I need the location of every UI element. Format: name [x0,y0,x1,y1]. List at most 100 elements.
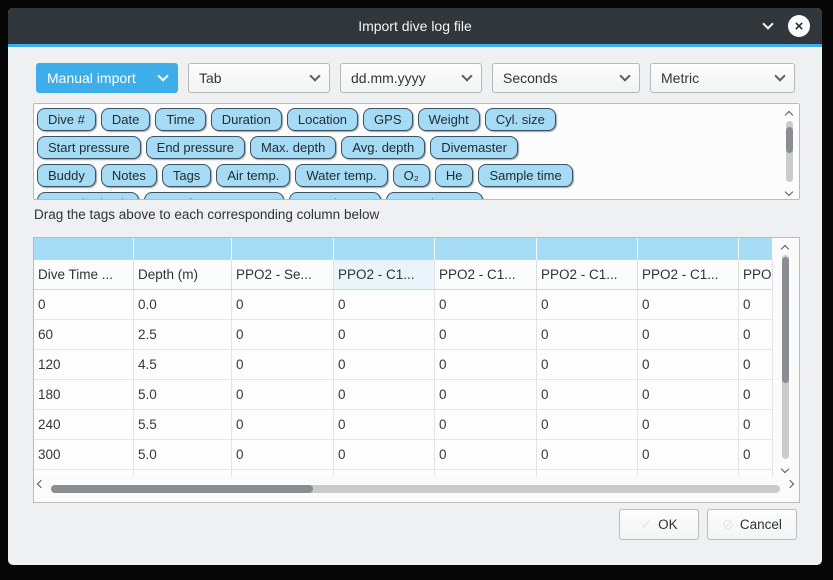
tag-start-pressure[interactable]: Start pressure [37,136,141,159]
time-format-select[interactable]: Seconds [492,63,640,93]
table-cell: 0 [638,410,739,439]
table-row: 00.0000000 [34,290,773,320]
tag-drop-target[interactable] [334,238,435,260]
tag-drop-target[interactable] [134,238,232,260]
table-cell: 0 [638,320,739,349]
tag-drop-target[interactable] [537,238,638,260]
tag-drop-target[interactable] [232,238,334,260]
tag-dive-[interactable]: Dive # [37,108,96,131]
table-cell: 0 [739,290,773,319]
column-header[interactable]: PPO2 - C1... [638,260,739,289]
ok-button[interactable]: ✓ OK [619,509,699,540]
tag-drop-target[interactable] [638,238,739,260]
scroll-up-icon[interactable] [785,111,793,119]
column-header[interactable]: PPO2 - C1... [435,260,537,289]
scrollbar-thumb[interactable] [786,127,793,153]
table-cell: 0 [34,290,134,319]
tag-cloud-panel: Dive #DateTime DurationLocationGPS WeightC… [33,103,800,200]
tag-divemaster[interactable]: Divemaster [430,136,518,159]
tag-row: Dive #DateTime DurationLocationGPS WeightC… [37,108,775,131]
scrollbar-thumb[interactable] [51,485,313,493]
table-cell: 0 [232,350,334,379]
tag-notes[interactable]: Notes [101,164,157,187]
close-button[interactable]: × [788,15,810,37]
table-cell: 240 [34,410,134,439]
check-icon: ✓ [640,516,652,533]
scrollbar-thumb[interactable] [782,257,789,383]
tag-location[interactable]: Location [287,108,358,131]
units-select[interactable]: Metric [650,63,795,93]
tag-tags[interactable]: Tags [162,164,211,187]
combo-label: dd.mm.yyyy [351,70,426,86]
chevron-down-icon [619,70,630,81]
table-body: 00.0000000602.50000001204.50000001805.00… [34,290,773,500]
tag-end-pressure[interactable]: End pressure [146,136,245,159]
table-cell: 300 [34,440,134,469]
tag-date[interactable]: Date [101,108,150,131]
tag-duration[interactable]: Duration [211,108,282,131]
tag-sample-time[interactable]: Sample time [478,164,572,187]
tag-air-temp-[interactable]: Air temp. [216,164,290,187]
import-type-select[interactable]: Manual import [36,63,178,93]
shade-chevron-down-icon[interactable] [762,18,773,29]
table-vertical-scrollbar[interactable] [773,238,799,476]
table-row: 2405.5000000 [34,410,773,440]
scrollbar-track[interactable] [786,121,793,182]
table-cell: 5.0 [134,380,232,409]
field-separator-select[interactable]: Tab [188,63,330,93]
scroll-down-icon[interactable] [781,465,789,473]
table-row: 1805.0000000 [34,380,773,410]
tag-row: Start pressureEnd pressureMax. depthAvg.… [37,136,775,159]
import-options-toolbar: Manual import Tab dd.mm.yyyy Seconds Met… [36,63,795,93]
tag-sample-temperature[interactable]: Sample temperature [144,192,284,200]
table-cell: 0 [638,350,739,379]
column-header[interactable]: PPO2 - C1... [334,260,435,289]
table-row: 1204.5000000 [34,350,773,380]
tag-row: Sample depth Sample temperature Sample pO₂… [37,192,775,200]
column-header[interactable]: PPO2 [739,260,773,289]
combo-label: Metric [661,70,699,86]
scrollbar-track[interactable] [51,485,780,493]
tag-he[interactable]: He [435,164,474,187]
column-header[interactable]: PPO2 - C1... [537,260,638,289]
scroll-right-icon[interactable] [786,480,794,488]
tag-drop-target[interactable] [739,238,773,260]
chevron-down-icon [157,70,168,81]
tag-sample-po-[interactable]: Sample pO₂ [289,192,381,200]
tag-water-temp-[interactable]: Water temp. [295,164,387,187]
tag-drop-target[interactable] [34,238,134,260]
tag-cyl-size[interactable]: Cyl. size [485,108,556,131]
column-header[interactable]: PPO2 - Se... [232,260,334,289]
tag-gps[interactable]: GPS [363,108,412,131]
table-cell: 0 [334,350,435,379]
table-cell: 4.5 [134,350,232,379]
table-cell: 0 [537,350,638,379]
scrollbar-track[interactable] [782,255,789,459]
table-cell: 5.0 [134,440,232,469]
tag-buddy[interactable]: Buddy [37,164,96,187]
tag-weight[interactable]: Weight [418,108,480,131]
table-cell: 0 [739,320,773,349]
tag-time[interactable]: Time [155,108,205,131]
tag-sample-depth[interactable]: Sample depth [37,192,139,200]
scroll-up-icon[interactable] [781,245,789,253]
tag-panel-scrollbar[interactable] [782,106,798,197]
date-format-select[interactable]: dd.mm.yyyy [340,63,482,93]
tag-o-[interactable]: O₂ [393,164,430,187]
scroll-left-icon[interactable] [37,480,45,488]
tag-avg-depth[interactable]: Avg. depth [341,136,425,159]
table-cell: 0 [638,440,739,469]
cancel-button[interactable]: ⊘ Cancel [707,509,797,540]
tag-sample-cns[interactable]: Sample CNS [386,192,483,200]
column-header[interactable]: Depth (m) [134,260,232,289]
titlebar[interactable]: Import dive log file × [8,8,822,44]
scroll-down-icon[interactable] [785,188,793,196]
tag-max-depth[interactable]: Max. depth [250,136,336,159]
tag-drop-target[interactable] [435,238,537,260]
column-header[interactable]: Dive Time ... [34,260,134,289]
chevron-down-icon [774,70,785,81]
table-cell: 0 [537,410,638,439]
table-cell: 0 [739,440,773,469]
table-horizontal-scrollbar[interactable] [34,476,799,502]
table-cell: 5.5 [134,410,232,439]
